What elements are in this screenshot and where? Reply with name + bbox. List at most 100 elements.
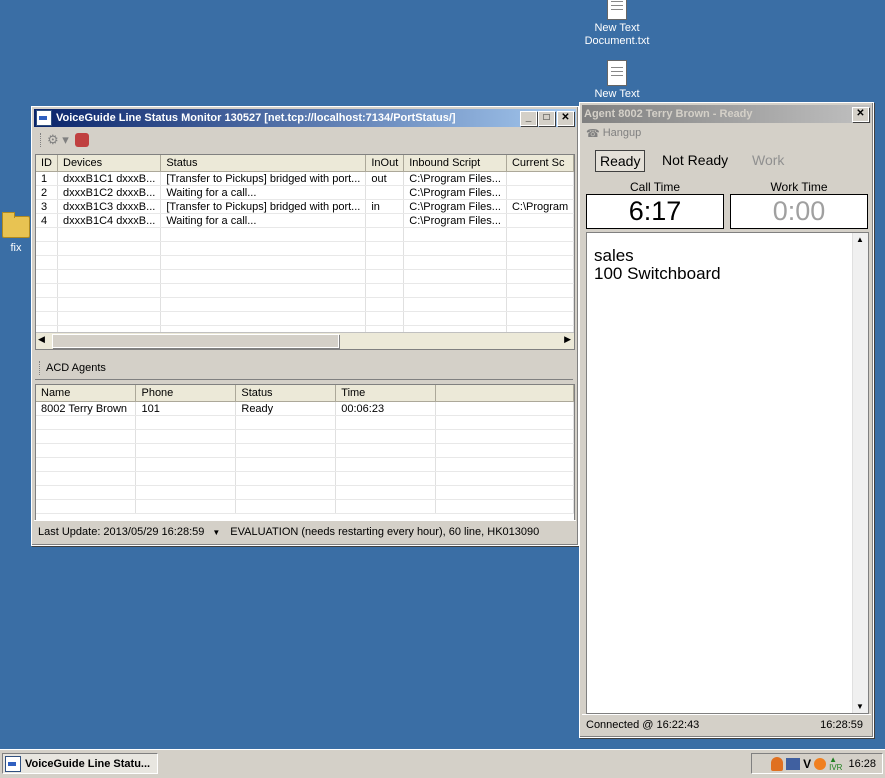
monitor-statusbar: Last Update: 2013/05/29 16:28:59 ▼ EVALU… <box>34 520 576 543</box>
cell-id: 3 <box>36 199 58 214</box>
column-header[interactable]: Status <box>235 385 337 402</box>
cell-devices: dxxxB1C2 dxxxB... <box>57 185 162 200</box>
scrollbar-thumb[interactable] <box>52 334 339 348</box>
agents-grid[interactable]: Name Phone Status Time 8002 Terry Brown … <box>35 384 575 521</box>
desktop-icon-label: New Text <box>594 22 640 34</box>
empty-row <box>36 311 574 326</box>
cell-status: Waiting for a call... <box>160 185 367 200</box>
ivr-tray-icon[interactable]: ▲ IVR <box>829 755 843 772</box>
cell-inout <box>365 185 405 200</box>
agents-header-row: Name Phone Status Time <box>36 385 574 402</box>
desktop-icon-text-doc-2[interactable]: New Text <box>578 60 656 101</box>
column-header[interactable]: ID <box>36 155 58 172</box>
cell-status: [Transfer to Pickups] bridged with port.… <box>160 171 367 186</box>
column-header[interactable]: Time <box>335 385 437 402</box>
cell-name: 8002 Terry Brown <box>36 401 137 416</box>
scroll-down-arrow[interactable]: ▼ <box>856 702 864 711</box>
minimize-button[interactable]: _ <box>520 110 537 126</box>
system-tray: V ▲ IVR 16:28 <box>751 753 883 774</box>
hangup-button[interactable]: ☎ Hangup <box>586 125 641 141</box>
empty-row <box>36 227 574 242</box>
work-time-label: Work Time <box>770 180 828 194</box>
toolbar-grip-icon <box>40 133 43 147</box>
scroll-left-arrow[interactable]: ◀ <box>38 334 45 345</box>
agent-window: Agent 8002 Terry Brown - Ready ✕ ☎ Hangu… <box>579 102 874 738</box>
info-vertical-scrollbar[interactable]: ▲ ▼ <box>852 233 868 713</box>
acd-agents-header: ACD Agents <box>35 357 573 380</box>
call-info-panel[interactable]: sales 100 Switchboard ▲ ▼ <box>586 232 869 714</box>
table-row[interactable]: 3 dxxxB1C3 dxxxB... [Transfer to Pickups… <box>36 199 574 214</box>
acd-agents-label: ACD Agents <box>46 362 106 374</box>
work-time-display: 0:00 <box>730 194 868 229</box>
voiceguide-tray-icon[interactable]: V <box>803 757 811 771</box>
table-row[interactable]: 8002 Terry Brown 101 Ready 00:06:23 <box>36 401 574 416</box>
cell-current-script <box>506 213 574 228</box>
column-header[interactable]: Devices <box>57 155 162 172</box>
monitor-titlebar[interactable]: VoiceGuide Line Status Monitor 130527 [n… <box>34 109 576 127</box>
phone-icon: ☎ <box>586 127 600 140</box>
lines-header-row: ID Devices Status InOut Inbound Script C… <box>36 155 574 172</box>
call-info-line2: 100 Switchboard <box>594 264 721 283</box>
work-button[interactable]: Work <box>748 150 788 170</box>
empty-row <box>36 429 574 444</box>
desktop-icon-label: New Text <box>594 88 640 100</box>
tray-clock[interactable]: 16:28 <box>848 758 876 770</box>
text-document-icon <box>607 0 627 20</box>
cell-inout <box>365 213 405 228</box>
cell-id: 1 <box>36 171 58 186</box>
monitor-toolbar: ⚙ ▾ <box>34 129 576 151</box>
close-button[interactable]: ✕ <box>557 110 574 126</box>
cell-inout: in <box>365 199 405 214</box>
table-row[interactable]: 2 dxxxB1C2 dxxxB... Waiting for a call..… <box>36 185 574 200</box>
column-header[interactable] <box>435 385 574 402</box>
cell-phone: 101 <box>135 401 237 416</box>
user-tray-icon[interactable] <box>771 756 784 771</box>
column-header[interactable]: Status <box>160 155 367 172</box>
table-row[interactable]: 1 dxxxB1C1 dxxxB... [Transfer to Pickups… <box>36 171 574 186</box>
agent-titlebar[interactable]: Agent 8002 Terry Brown - Ready ✕ <box>582 105 871 123</box>
settings-dropdown-button[interactable]: ⚙ ▾ <box>47 132 69 148</box>
empty-row <box>36 297 574 312</box>
call-info-line1: sales <box>594 246 634 265</box>
table-row[interactable]: 4 dxxxB1C4 dxxxB... Waiting for a call..… <box>36 213 574 228</box>
agent-statusbar: Connected @ 16:22:43 16:28:59 <box>582 714 871 735</box>
ready-button[interactable]: Ready <box>595 150 646 172</box>
desktop-icon-fix-folder[interactable]: fix <box>0 212 32 255</box>
lines-grid[interactable]: ID Devices Status InOut Inbound Script C… <box>35 154 575 350</box>
call-time-label: Call Time <box>629 180 680 194</box>
maximize-button[interactable]: □ <box>538 110 555 126</box>
scroll-right-arrow[interactable]: ▶ <box>564 334 571 345</box>
cell-time: 00:06:23 <box>335 401 437 416</box>
not-ready-button[interactable]: Not Ready <box>658 150 732 170</box>
empty-row <box>36 499 574 514</box>
desktop: { "desktop": { "icons": [ {"label_line1"… <box>0 0 885 778</box>
scroll-up-arrow[interactable]: ▲ <box>856 235 864 244</box>
cell-status: [Transfer to Pickups] bridged with port.… <box>160 199 367 214</box>
desktop-icon-text-doc-1[interactable]: New Text Document.txt <box>578 0 656 48</box>
column-header[interactable]: Inbound Script <box>403 155 507 172</box>
column-header[interactable]: Current Sc <box>506 155 574 172</box>
agent-window-title: Agent 8002 Terry Brown - Ready <box>584 108 753 120</box>
network-tray-icon[interactable] <box>786 757 801 770</box>
cell-devices: dxxxB1C4 dxxxB... <box>57 213 162 228</box>
window-title: VoiceGuide Line Status Monitor 130527 [n… <box>56 112 456 124</box>
license-text: EVALUATION (needs restarting every hour)… <box>230 526 540 538</box>
app-icon <box>36 110 52 126</box>
column-header[interactable]: Name <box>36 385 137 402</box>
taskbar-task-voiceguide[interactable]: VoiceGuide Line Statu... <box>2 753 158 774</box>
toolbar-grip-icon <box>39 361 42 375</box>
close-button[interactable]: ✕ <box>852 106 869 122</box>
call-time-display: 6:17 <box>586 194 724 229</box>
ivr-label: IVR <box>829 762 843 772</box>
empty-row <box>36 485 574 500</box>
disconnect-icon[interactable] <box>74 133 89 147</box>
agents-table: Name Phone Status Time 8002 Terry Brown … <box>36 385 574 514</box>
status-dropdown-arrow-icon[interactable]: ▼ <box>212 528 220 537</box>
record-tray-icon[interactable] <box>814 757 827 770</box>
column-header[interactable]: InOut <box>365 155 405 172</box>
cell-current-script: C:\Program <box>506 199 574 214</box>
cell-blank <box>435 401 574 416</box>
task-label: VoiceGuide Line Statu... <box>25 757 151 770</box>
column-header[interactable]: Phone <box>135 385 237 402</box>
lines-horizontal-scrollbar[interactable]: ◀ ▶ <box>36 332 574 349</box>
